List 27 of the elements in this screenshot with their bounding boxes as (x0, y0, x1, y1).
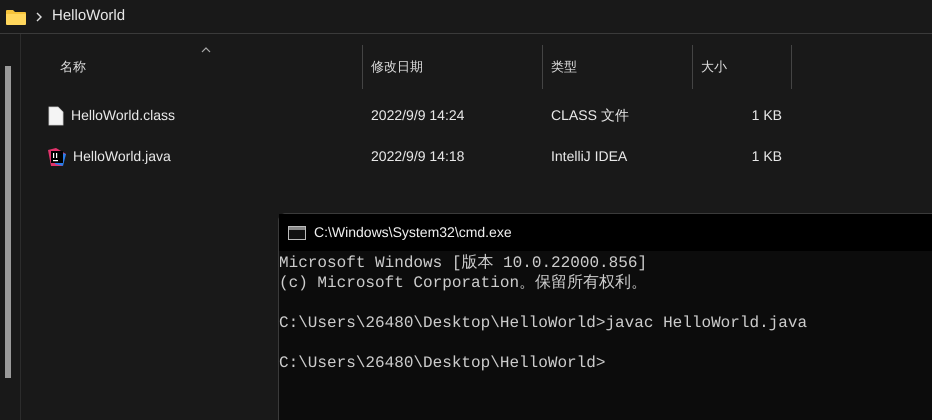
file-name: HelloWorld.class (71, 106, 175, 125)
column-header[interactable]: 大小 (692, 45, 792, 89)
file-row[interactable]: HelloWorld.java 2022/9/9 14:18 IntelliJ IDEA 1 KB (40, 136, 792, 177)
terminal-title: C:\Windows\System32\cmd.exe (314, 223, 512, 242)
document-icon (48, 106, 64, 126)
console-line: (c) Microsoft Corporation。保留所有权利。 (279, 273, 648, 293)
column-header[interactable]: 修改日期 (362, 45, 542, 89)
modified-date: 2022/9/9 14:18 (371, 148, 464, 164)
scrollbar-thumb[interactable] (5, 66, 11, 378)
ide-logo-icon (48, 148, 66, 166)
column-header[interactable]: 类型 (542, 45, 692, 89)
sort-caret-icon (201, 47, 211, 53)
column-header[interactable]: 名称 (40, 45, 362, 89)
file-size: 1 KB (752, 106, 782, 125)
file-type: IntelliJ IDEA (551, 148, 628, 164)
file-name: HelloWorld.java (73, 147, 171, 166)
folder-icon (6, 8, 26, 24)
file-type: CLASS 文件 (551, 107, 629, 123)
file-size: 1 KB (752, 147, 782, 166)
console-line: C:\Users\26480\Desktop\HelloWorld> (279, 353, 606, 373)
console-line: C:\Users\26480\Desktop\HelloWorld>javac HelloWorld.java (279, 313, 808, 333)
console-line: Microsoft Windows [版本 10.0.22000.856] (279, 253, 648, 273)
breadcrumb-item[interactable]: HelloWorld (52, 5, 126, 28)
terminal-icon (288, 226, 306, 240)
file-row[interactable]: HelloWorld.class 2022/9/9 14:24 CLASS 文件 1 KB (40, 95, 792, 136)
modified-date: 2022/9/9 14:24 (371, 107, 464, 123)
chevron-right-icon (36, 12, 42, 22)
